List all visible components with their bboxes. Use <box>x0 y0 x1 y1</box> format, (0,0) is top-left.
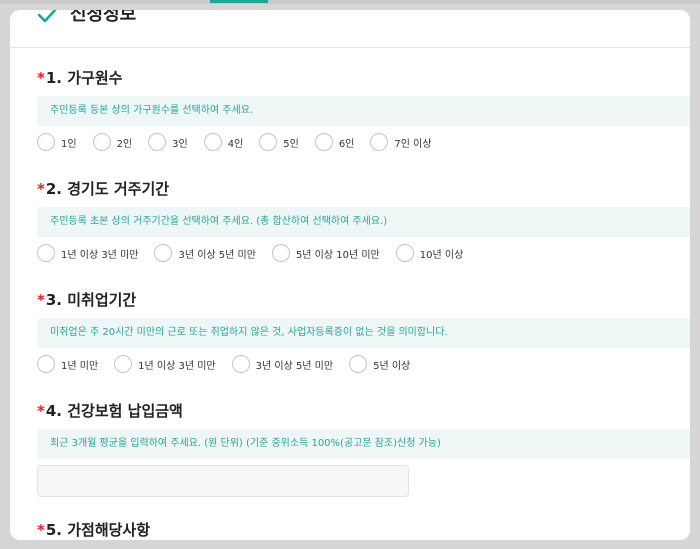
question-hint: 미취업은 주 20시간 미만의 근로 또는 취업하지 않은 것, 사업자등록증이… <box>37 318 690 348</box>
radio-option[interactable]: 3년 이상 5년 미만 <box>231 355 333 373</box>
question-hint: 주민등록 등본 상의 가구원수를 선택하여 주세요. <box>37 96 690 126</box>
radio-option[interactable]: 7인 이상 <box>370 133 432 151</box>
top-strip <box>0 0 700 4</box>
application-info-card: 신청정보 *1. 가구원수 주민등록 등본 상의 가구원수를 선택하여 주세요.… <box>10 10 690 540</box>
question-title: *1. 가구원수 <box>37 69 123 87</box>
radio-option[interactable]: 3인 <box>148 133 188 151</box>
question-title: *3. 미취업기간 <box>37 291 137 309</box>
question-hint: 최근 3개월 평균을 입력하여 주세요. (원 단위) (기준 중위소득 100… <box>37 429 690 459</box>
radio-option[interactable]: 1년 이상 3년 미만 <box>114 355 216 373</box>
radio-option[interactable]: 4인 <box>203 133 243 151</box>
radio-group-unemployment-period: 1년 미만 1년 이상 3년 미만 3년 이상 5년 미만 5년 이상 <box>37 354 426 374</box>
radio-circle[interactable] <box>37 244 55 262</box>
radio-circle[interactable] <box>114 355 133 373</box>
radio-circle[interactable] <box>203 133 222 151</box>
question-title: *5. 가점해당사항 <box>37 521 151 539</box>
radio-circle[interactable] <box>259 133 278 151</box>
radio-option[interactable]: 3년 이상 5년 미만 <box>154 244 256 262</box>
radio-circle[interactable] <box>231 355 250 373</box>
radio-circle[interactable] <box>395 244 414 262</box>
radio-option[interactable]: 5년 이상 <box>349 355 410 373</box>
question-title: *2. 경기도 거주기간 <box>37 180 170 198</box>
radio-option[interactable]: 1년 미만 <box>37 355 98 373</box>
required-mark: * <box>37 291 45 309</box>
check-icon <box>37 10 57 23</box>
radio-option[interactable]: 10년 이상 <box>395 244 463 262</box>
radio-option[interactable]: 2인 <box>92 133 132 151</box>
radio-option[interactable]: 1인 <box>37 133 77 151</box>
radio-circle[interactable] <box>92 133 111 151</box>
radio-group-residence-period: 1년 이상 3년 미만 3년 이상 5년 미만 5년 이상 10년 미만 10년… <box>37 243 479 263</box>
active-tab-indicator <box>210 0 268 3</box>
question-hint: 주민등록 초본 상의 거주기간을 선택하여 주세요. (총 합산하여 선택하여 … <box>37 207 690 237</box>
insurance-amount-input[interactable] <box>37 465 409 497</box>
radio-circle[interactable] <box>271 244 290 262</box>
question-title: *4. 건강보험 납입금액 <box>37 402 183 420</box>
radio-option[interactable]: 1년 이상 3년 미만 <box>37 244 138 262</box>
radio-circle[interactable] <box>37 133 55 151</box>
radio-circle[interactable] <box>370 133 389 151</box>
card-header: 신청정보 <box>10 10 690 48</box>
required-mark: * <box>37 521 45 539</box>
radio-option[interactable]: 5년 이상 10년 미만 <box>271 244 380 262</box>
radio-option[interactable]: 6인 <box>314 133 354 151</box>
required-mark: * <box>37 180 45 198</box>
radio-circle[interactable] <box>37 355 55 373</box>
required-mark: * <box>37 402 45 420</box>
radio-circle[interactable] <box>148 133 167 151</box>
radio-option[interactable]: 5인 <box>259 133 299 151</box>
radio-circle[interactable] <box>314 133 333 151</box>
required-mark: * <box>37 69 45 87</box>
radio-group-household-size: 1인 2인 3인 4인 5인 6인 7인 이상 <box>37 132 448 152</box>
radio-circle[interactable] <box>154 244 173 262</box>
page-title: 신청정보 <box>70 10 137 25</box>
radio-circle[interactable] <box>349 355 368 373</box>
